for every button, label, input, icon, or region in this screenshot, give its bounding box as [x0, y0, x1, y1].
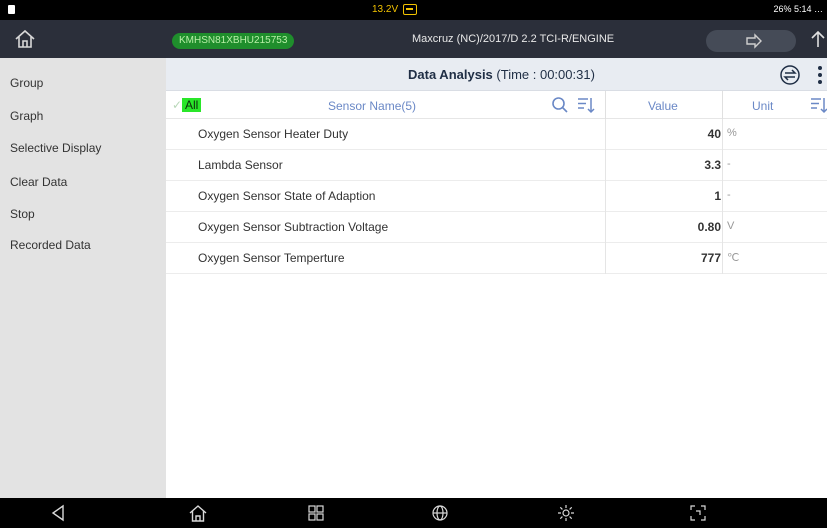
sensor-unit: - [727, 158, 731, 170]
sidebar-item-recorded-data[interactable]: Recorded Data [10, 238, 91, 252]
cell-divider [605, 243, 606, 274]
home-icon[interactable] [188, 503, 208, 523]
sensor-value: 1 [714, 189, 721, 203]
apps-icon[interactable] [306, 503, 326, 523]
back-icon[interactable] [48, 503, 68, 523]
column-header-value: Value [648, 99, 678, 113]
sort-icon[interactable] [810, 96, 827, 114]
main-panel: Data Analysis (Time : 00:00:31) ✓ All Se… [166, 58, 827, 498]
sensor-name: Oxygen Sensor Heater Duty [198, 127, 349, 141]
sensor-value: 3.3 [704, 158, 721, 172]
sidebar-item-group[interactable]: Group [10, 76, 43, 90]
sensor-name: Oxygen Sensor State of Adaption [198, 189, 376, 203]
sensor-unit: V [727, 220, 735, 232]
title-bar: KMHSN81XBHU215753 Maxcruz (NC)/2017/D 2.… [0, 20, 827, 58]
status-bar: 13.2V 26% 5:14 … [0, 0, 827, 20]
sensor-name: Oxygen Sensor Subtraction Voltage [198, 220, 389, 234]
cell-divider [722, 243, 723, 274]
sensor-unit: ℃ [727, 252, 740, 264]
sensor-name: Lambda Sensor [198, 158, 283, 172]
car-battery-icon [403, 4, 417, 15]
cell-divider [722, 119, 723, 150]
next-button[interactable] [706, 30, 796, 52]
search-icon[interactable] [551, 96, 569, 114]
table-row[interactable]: Lambda Sensor 3.3 - [166, 150, 827, 181]
sensor-table: Oxygen Sensor Heater Duty 40 % Lambda Se… [166, 119, 827, 274]
page-title: Data Analysis (Time : 00:00:31) [408, 67, 595, 82]
sensor-value: 40 [707, 127, 721, 141]
sidebar-item-stop[interactable]: Stop [10, 207, 35, 221]
check-all-label: All [182, 98, 202, 112]
screenshot-icon[interactable] [688, 503, 708, 523]
globe-icon[interactable] [430, 503, 450, 523]
sidebar: Group Graph Selective Display Clear Data… [0, 58, 166, 498]
swap-icon[interactable] [779, 64, 801, 86]
sensor-value: 0.80 [697, 220, 721, 234]
elapsed-time: (Time : 00:00:31) [496, 67, 595, 82]
cell-divider [605, 212, 606, 243]
vin-badge: KMHSN81XBHU215753 [172, 33, 295, 49]
cell-divider [722, 150, 723, 181]
table-row[interactable]: Oxygen Sensor State of Adaption 1 - [166, 181, 827, 212]
sensor-unit: % [727, 127, 737, 139]
panel-title-text: Data Analysis [408, 67, 493, 82]
settings-icon[interactable] [556, 503, 576, 523]
more-vertical-icon[interactable] [816, 64, 824, 86]
vehicle-title: Maxcruz (NC)/2017/D 2.2 TCI-R/ENGINE [412, 33, 615, 45]
panel-header: Data Analysis (Time : 00:00:31) [166, 58, 827, 91]
check-all-toggle[interactable]: ✓ All [172, 98, 212, 112]
status-right: 26% 5:14 … [773, 4, 823, 14]
table-row[interactable]: Oxygen Sensor Temperture 777 ℃ [166, 243, 827, 274]
cell-divider [722, 181, 723, 212]
table-row[interactable]: Oxygen Sensor Subtraction Voltage 0.80 V [166, 212, 827, 243]
battery-voltage: 13.2V [372, 4, 399, 15]
sidebar-item-graph[interactable]: Graph [10, 109, 43, 123]
sensor-value: 777 [700, 251, 721, 265]
column-divider [605, 91, 606, 119]
upload-icon[interactable] [809, 28, 827, 50]
column-divider [722, 91, 723, 119]
cell-divider [605, 181, 606, 212]
cell-divider [722, 212, 723, 243]
table-header: ✓ All Sensor Name(5) Value Unit [166, 91, 827, 119]
column-header-sensor-name[interactable]: Sensor Name(5) [328, 99, 416, 113]
home-icon[interactable] [14, 28, 36, 50]
cell-divider [605, 119, 606, 150]
sidebar-item-clear-data[interactable]: Clear Data [10, 175, 67, 189]
sensor-unit: - [727, 189, 731, 201]
sidebar-item-selective-display[interactable]: Selective Display [10, 141, 101, 155]
system-nav-bar [0, 498, 827, 528]
sensor-name: Oxygen Sensor Temperture [198, 251, 345, 265]
notification-icon [8, 5, 15, 14]
cell-divider [605, 150, 606, 181]
table-row[interactable]: Oxygen Sensor Heater Duty 40 % [166, 119, 827, 150]
arrow-right-icon [746, 33, 762, 49]
sort-icon[interactable] [577, 96, 595, 114]
screen: 13.2V 26% 5:14 … KMHSN81XBHU215753 Maxcr… [0, 0, 827, 528]
column-header-unit: Unit [752, 99, 774, 113]
